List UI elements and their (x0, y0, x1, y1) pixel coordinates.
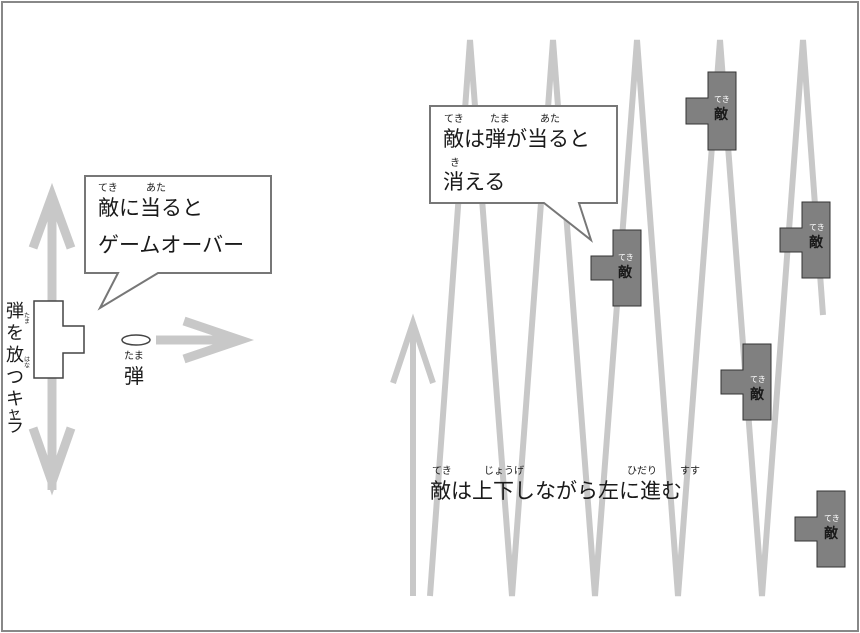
bullet-label: 弾 (124, 364, 144, 388)
bubble-right-line1: 敵は弾が当ると (443, 127, 590, 151)
enemy-2: てき 敵 (590, 229, 642, 307)
enemy-start-up-arrow (390, 313, 436, 596)
diagram-stage: 弾 を 放 つ キ ャ ラ たま はな たま 弾 てき あた 敵に当ると ゲーム… (0, 0, 860, 633)
enemy-ruby: てき (618, 253, 634, 262)
player-label: 弾 を 放 つ キ ャ ラ たま はな (6, 301, 30, 437)
player-label-char: を (6, 323, 24, 344)
bubble-right-ruby-teki: てき (444, 113, 464, 125)
player-label-char: ラ (6, 416, 24, 437)
player-label-char: 弾 (6, 301, 24, 322)
bubble-left-line1: 敵に当ると (98, 196, 203, 220)
enemy-label: 敵 (824, 525, 839, 542)
bubble-right-ruby-tama: たま (490, 113, 510, 125)
caption-ruby-teki: てき (432, 465, 452, 477)
bubble-right-line2: 消える (443, 170, 505, 194)
enemy-ruby: てき (714, 95, 730, 104)
diagram-canvas: 弾 を 放 つ キ ャ ラ たま はな たま 弾 てき あた 敵に当ると ゲーム… (1, 1, 859, 632)
bubble-left-ruby-teki: てき (98, 182, 118, 194)
bullet-shape (121, 334, 151, 346)
player-ruby-hana: はな (23, 356, 30, 368)
bullet-ruby: たま (124, 350, 144, 362)
enemy-4: てき 敵 (720, 343, 772, 421)
enemy-label: 敵 (750, 386, 765, 403)
caption-text: 敵は上下しながら左に進む (430, 479, 682, 503)
enemy-caption: てき じょうげ ひだり すす 敵は上下しながら左に進む (430, 465, 700, 503)
bubble-right-ruby-ata: あた (540, 113, 560, 125)
enemy-ruby: てき (750, 375, 766, 384)
caption-ruby-jouge: じょうげ (484, 465, 524, 477)
enemy-ruby: てき (824, 514, 840, 523)
player-label-char: つ (6, 367, 24, 388)
enemy-label: 敵 (714, 106, 729, 123)
bullet-direction-arrow (156, 316, 255, 364)
caption-ruby-susu: すす (680, 465, 700, 477)
bubble-right-ruby-ki: き (450, 157, 460, 169)
player-label-char: 放 (6, 345, 24, 366)
enemy-1: てき 敵 (685, 71, 737, 151)
enemy-label: 敵 (618, 264, 633, 281)
enemy-ruby: てき (809, 223, 825, 232)
enemy-label: 敵 (809, 234, 824, 251)
enemy-5: てき 敵 (794, 490, 846, 568)
player-ruby-tama: たま (23, 312, 30, 324)
player-character (33, 300, 85, 379)
bubble-left-ruby-ata: あた (146, 182, 166, 194)
bubble-left-line2: ゲームオーバー (98, 233, 244, 257)
caption-ruby-hidari: ひだり (627, 465, 657, 477)
